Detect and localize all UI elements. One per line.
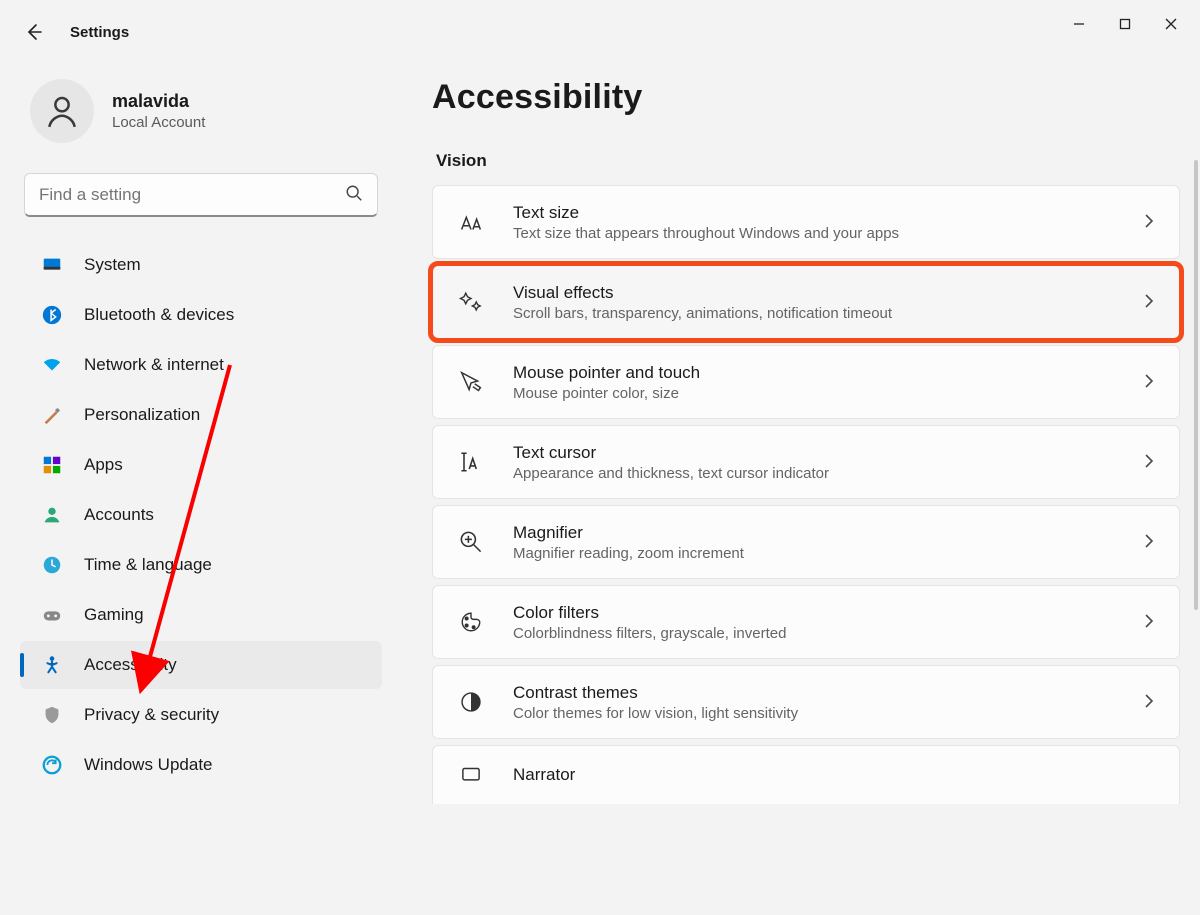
sidebar-item-label: Accessibility [84, 655, 177, 675]
chevron-right-icon [1141, 213, 1157, 232]
sidebar-item-label: Time & language [84, 555, 212, 575]
card-subtitle: Colorblindness filters, grayscale, inver… [513, 625, 1117, 642]
search-field[interactable] [39, 185, 363, 205]
sidebar-item-system[interactable]: System [20, 241, 382, 289]
network-icon [40, 354, 64, 376]
back-button[interactable] [20, 18, 48, 46]
search-icon [345, 184, 363, 205]
card-title: Text cursor [513, 443, 1117, 463]
sidebar-nav: System Bluetooth & devices Network & int… [20, 241, 382, 789]
mouse-pointer-icon [453, 367, 489, 397]
card-subtitle: Scroll bars, transparency, animations, n… [513, 305, 1117, 322]
magnifier-icon [453, 528, 489, 556]
text-cursor-icon [453, 448, 489, 476]
text-size-icon [453, 207, 489, 237]
card-subtitle: Appearance and thickness, text cursor in… [513, 465, 1117, 482]
card-title: Narrator [513, 765, 1157, 785]
bluetooth-icon [40, 304, 64, 326]
app-title: Settings [70, 24, 129, 41]
sidebar-item-label: Personalization [84, 405, 200, 425]
narrator-icon [453, 762, 489, 788]
sidebar-item-label: Bluetooth & devices [84, 305, 234, 325]
card-color-filters[interactable]: Color filters Colorblindness filters, gr… [432, 585, 1180, 659]
chevron-right-icon [1141, 693, 1157, 712]
section-title-vision: Vision [436, 151, 1180, 171]
sidebar-item-accounts[interactable]: Accounts [20, 491, 382, 539]
sidebar-item-time-language[interactable]: Time & language [20, 541, 382, 589]
sidebar-item-label: Gaming [84, 605, 144, 625]
sidebar-item-personalization[interactable]: Personalization [20, 391, 382, 439]
card-title: Visual effects [513, 283, 1117, 303]
visual-effects-icon [453, 288, 489, 316]
sidebar-item-gaming[interactable]: Gaming [20, 591, 382, 639]
system-icon [40, 254, 64, 276]
card-subtitle: Mouse pointer color, size [513, 385, 1117, 402]
sidebar-item-network[interactable]: Network & internet [20, 341, 382, 389]
card-title: Color filters [513, 603, 1117, 623]
maximize-button[interactable] [1102, 4, 1148, 44]
sidebar-item-privacy[interactable]: Privacy & security [20, 691, 382, 739]
sidebar-item-windows-update[interactable]: Windows Update [20, 741, 382, 789]
chevron-right-icon [1141, 293, 1157, 312]
card-contrast-themes[interactable]: Contrast themes Color themes for low vis… [432, 665, 1180, 739]
card-mouse-pointer[interactable]: Mouse pointer and touch Mouse pointer co… [432, 345, 1180, 419]
sidebar-item-bluetooth[interactable]: Bluetooth & devices [20, 291, 382, 339]
card-title: Contrast themes [513, 683, 1117, 703]
card-narrator[interactable]: Narrator [432, 745, 1180, 804]
account-subtitle: Local Account [112, 114, 205, 131]
card-subtitle: Magnifier reading, zoom increment [513, 545, 1117, 562]
page-title: Accessibility [432, 78, 1180, 117]
chevron-right-icon [1141, 373, 1157, 392]
close-button[interactable] [1148, 4, 1194, 44]
accounts-icon [40, 504, 64, 526]
chevron-right-icon [1141, 453, 1157, 472]
avatar [30, 79, 94, 143]
card-magnifier[interactable]: Magnifier Magnifier reading, zoom increm… [432, 505, 1180, 579]
sidebar-item-label: System [84, 255, 141, 275]
contrast-themes-icon [453, 689, 489, 715]
minimize-button[interactable] [1056, 4, 1102, 44]
card-title: Text size [513, 203, 1117, 223]
gaming-icon [40, 604, 64, 626]
card-text-cursor[interactable]: Text cursor Appearance and thickness, te… [432, 425, 1180, 499]
color-filters-icon [453, 608, 489, 636]
chevron-right-icon [1141, 613, 1157, 632]
sidebar-item-apps[interactable]: Apps [20, 441, 382, 489]
card-visual-effects[interactable]: Visual effects Scroll bars, transparency… [432, 265, 1180, 339]
personalization-icon [40, 404, 64, 426]
sidebar-item-accessibility[interactable]: Accessibility [20, 641, 382, 689]
card-text-size[interactable]: Text size Text size that appears through… [432, 185, 1180, 259]
account-name: malavida [112, 91, 205, 112]
sidebar-item-label: Accounts [84, 505, 154, 525]
time-language-icon [40, 554, 64, 576]
sidebar-item-label: Apps [84, 455, 123, 475]
chevron-right-icon [1141, 533, 1157, 552]
sidebar-item-label: Windows Update [84, 755, 213, 775]
accessibility-icon [40, 654, 64, 676]
card-subtitle: Color themes for low vision, light sensi… [513, 705, 1117, 722]
sidebar-item-label: Network & internet [84, 355, 224, 375]
card-title: Magnifier [513, 523, 1117, 543]
windows-update-icon [40, 754, 64, 776]
sidebar-item-label: Privacy & security [84, 705, 219, 725]
card-title: Mouse pointer and touch [513, 363, 1117, 383]
scrollbar[interactable] [1194, 160, 1198, 610]
apps-icon [40, 454, 64, 476]
card-subtitle: Text size that appears throughout Window… [513, 225, 1117, 242]
privacy-icon [40, 704, 64, 726]
account-row[interactable]: malavida Local Account [20, 75, 382, 163]
search-input[interactable] [24, 173, 378, 217]
